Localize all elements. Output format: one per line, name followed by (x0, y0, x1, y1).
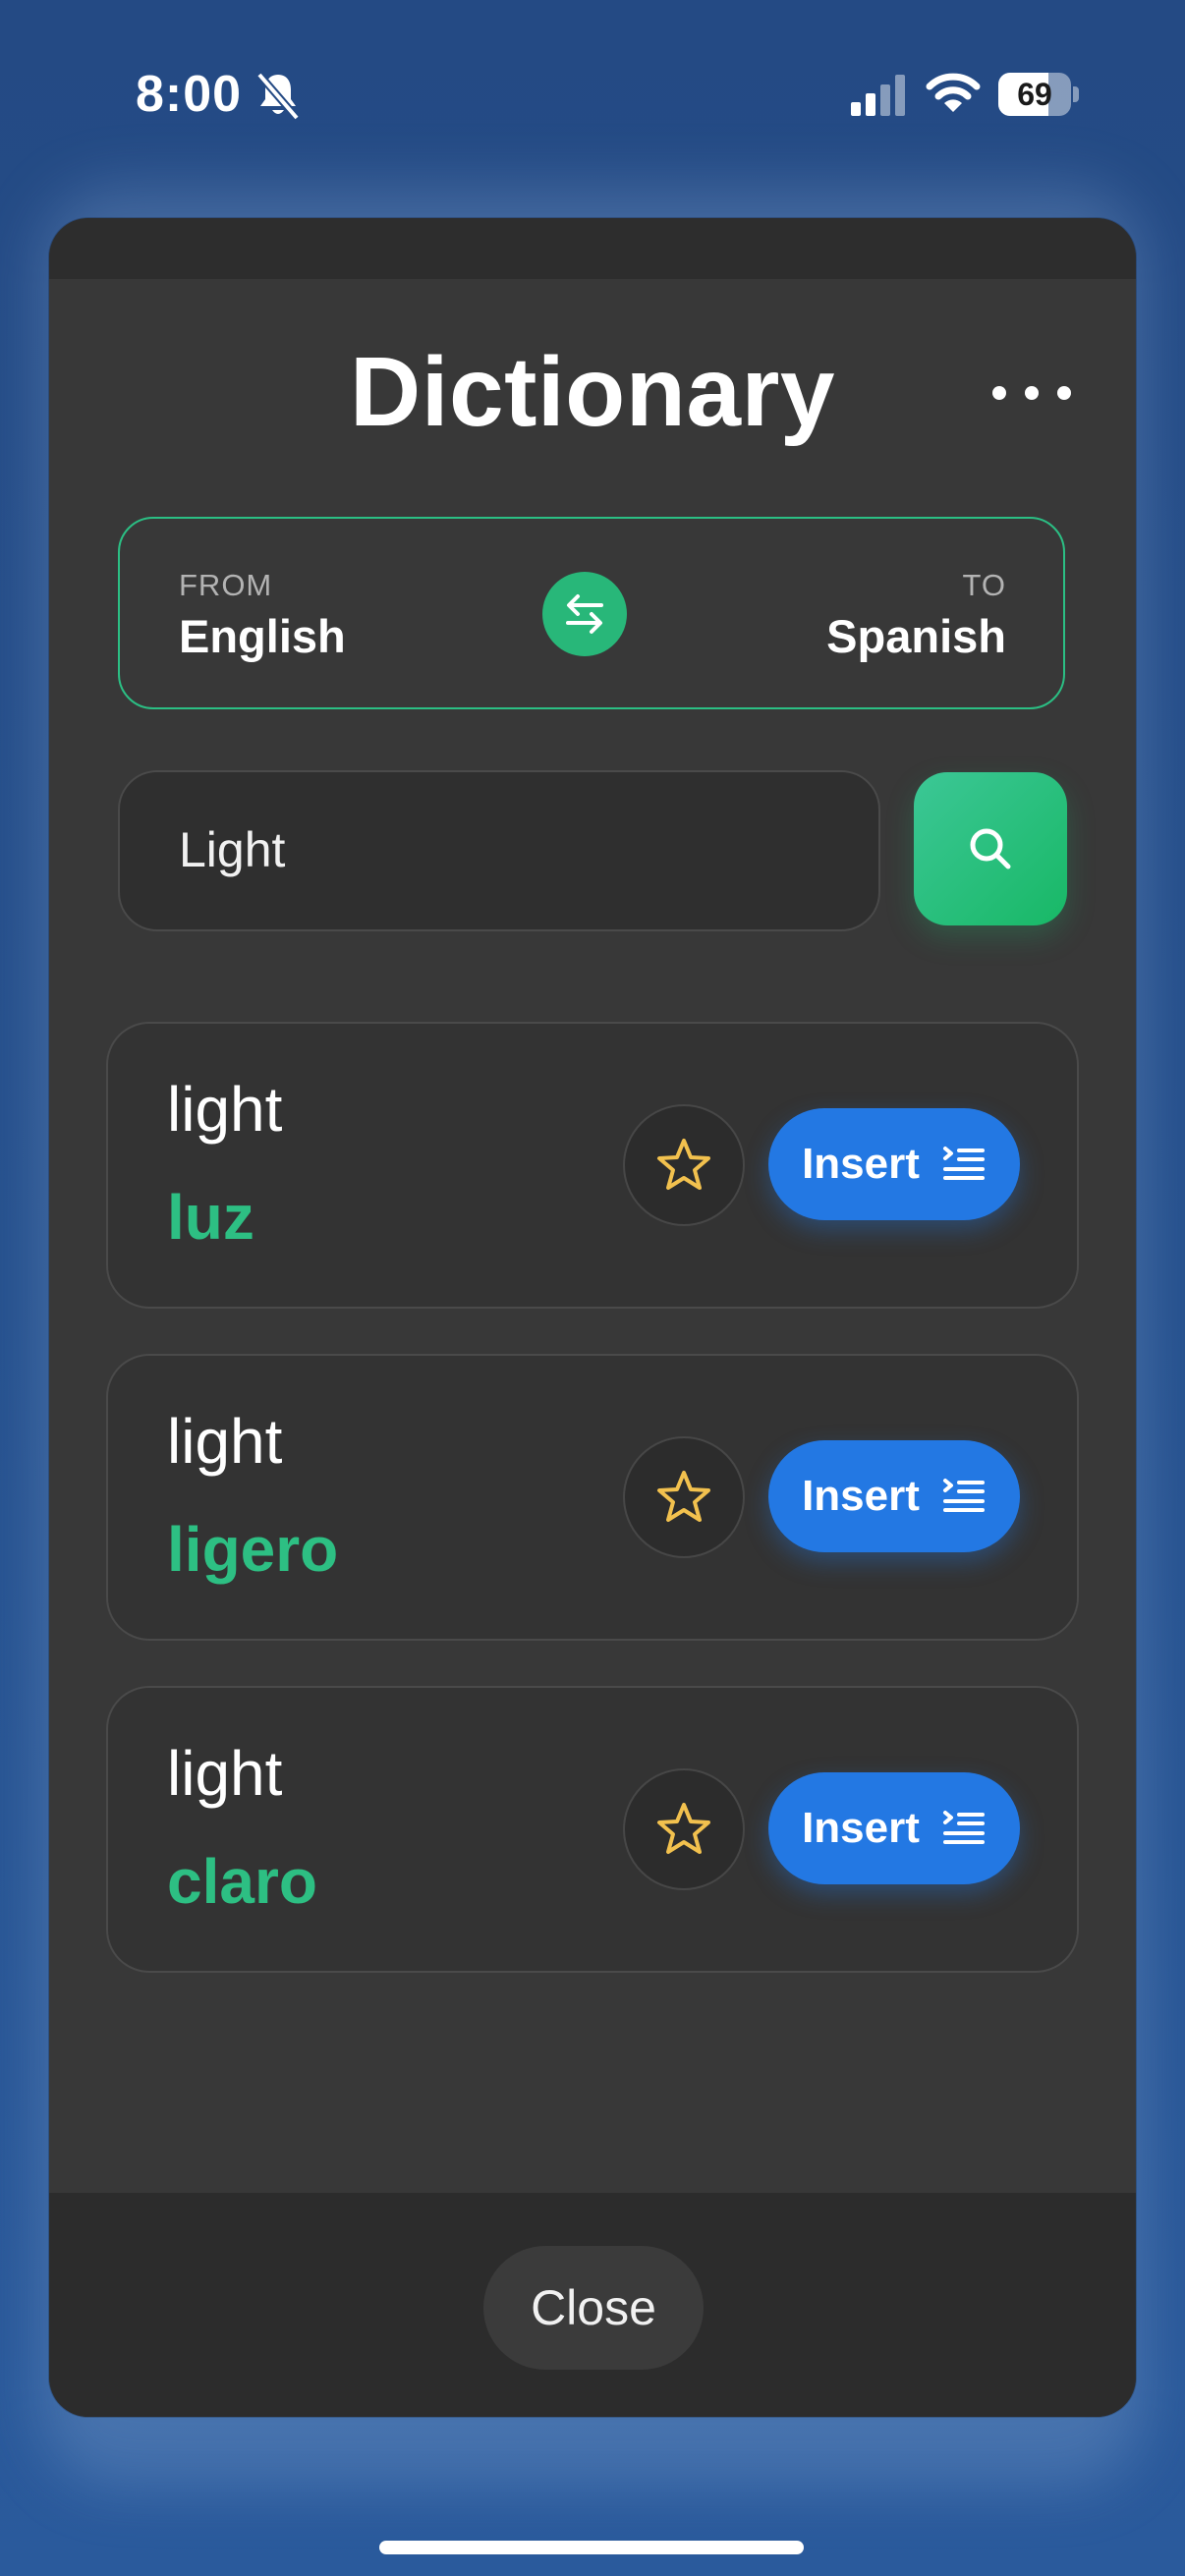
favorite-button[interactable] (623, 1436, 745, 1558)
result-card: light luz Insert (106, 1022, 1079, 1309)
wifi-icon (926, 73, 981, 112)
status-time: 8:00 (136, 66, 243, 123)
ellipsis-icon (992, 386, 1006, 400)
to-language[interactable]: Spanish (826, 609, 1006, 663)
sheet-grabber-area (49, 218, 1136, 279)
insert-button[interactable]: Insert (768, 1108, 1020, 1220)
favorite-button[interactable] (623, 1104, 745, 1226)
to-language-label: TO (962, 568, 1006, 602)
language-selector: FROM English TO Spanish (118, 517, 1065, 709)
swap-languages-button[interactable] (542, 572, 627, 656)
star-icon (657, 1803, 710, 1854)
result-card: light ligero Insert (106, 1354, 1079, 1641)
insert-button-label: Insert (802, 1472, 920, 1520)
page-title: Dictionary (349, 337, 835, 447)
swap-arrows-icon (566, 594, 603, 634)
from-language-label: FROM (179, 568, 273, 602)
search-input[interactable]: Light (118, 770, 880, 931)
star-icon (657, 1139, 710, 1190)
result-card: light claro Insert (106, 1686, 1079, 1973)
insert-button-label: Insert (802, 1140, 920, 1188)
result-translation: ligero (167, 1514, 339, 1585)
home-indicator[interactable] (379, 2541, 804, 2554)
insert-list-icon (942, 1811, 985, 1844)
more-options-button[interactable] (992, 373, 1071, 413)
battery-icon: 69 (998, 73, 1079, 116)
insert-button[interactable]: Insert (768, 1772, 1020, 1884)
cellular-signal-icon (851, 75, 905, 116)
insert-list-icon (942, 1479, 985, 1512)
bell-slash-icon (255, 72, 301, 121)
dictionary-sheet: Dictionary FROM English TO Spanish Light (49, 218, 1136, 2417)
battery-level-text: 69 (1017, 77, 1052, 112)
result-word: light (167, 1074, 283, 1145)
insert-button-label: Insert (802, 1804, 920, 1852)
insert-list-icon (942, 1147, 985, 1180)
result-word: light (167, 1406, 283, 1477)
result-word: light (167, 1738, 283, 1809)
search-icon (970, 828, 1011, 869)
result-translation: luz (167, 1182, 254, 1253)
favorite-button[interactable] (623, 1768, 745, 1890)
search-button[interactable] (914, 772, 1067, 925)
star-icon (657, 1471, 710, 1522)
from-language[interactable]: English (179, 609, 346, 663)
result-translation: claro (167, 1846, 317, 1917)
insert-button[interactable]: Insert (768, 1440, 1020, 1552)
search-input-value: Light (179, 822, 286, 877)
close-button[interactable]: Close (483, 2246, 704, 2370)
